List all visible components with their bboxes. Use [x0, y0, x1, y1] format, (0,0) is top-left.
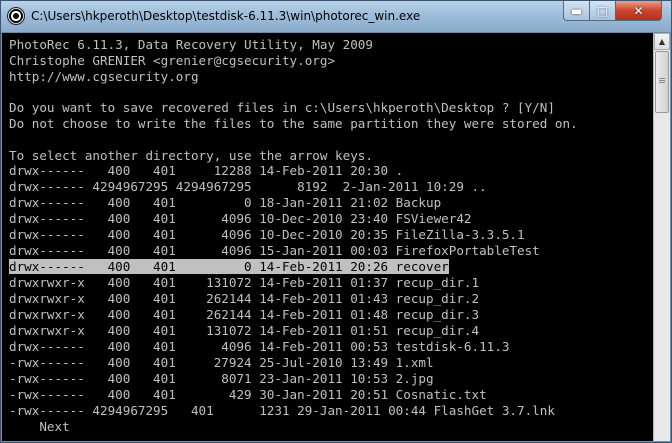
photorec-app-icon[interactable] — [8, 8, 24, 24]
directory-entry[interactable]: drwx------ 400 401 12288 14-Feb-2011 20:… — [9, 163, 403, 178]
directory-entry[interactable]: drwx------ 400 401 4096 14-Feb-2011 00:5… — [9, 339, 509, 354]
maximize-icon: □ — [596, 3, 609, 18]
scroll-up-arrow-icon[interactable]: ▲ — [654, 33, 670, 50]
scrollbar-grip-icon — [659, 78, 665, 79]
file-entry[interactable]: -rwx------ 4294967295 401 1231 29-Jan-20… — [9, 403, 555, 418]
directory-entry[interactable]: drwx------ 400 401 4096 10-Dec-2010 23:4… — [9, 211, 472, 226]
directory-entry[interactable]: drwxrwxr-x 400 401 131072 14-Feb-2011 01… — [9, 323, 479, 338]
console-window: C:\Users\hkperoth\Desktop\testdisk-6.11.… — [0, 0, 672, 443]
console-output[interactable]: PhotoRec 6.11.3, Data Recovery Utility, … — [2, 33, 653, 441]
scrollbar-thumb[interactable] — [655, 51, 669, 113]
vertical-scrollbar[interactable]: ▲ — [653, 33, 670, 441]
next-page-option[interactable]: Next — [9, 419, 69, 434]
directory-entry[interactable]: drwxrwxr-x 400 401 262144 14-Feb-2011 01… — [9, 291, 479, 306]
maximize-button[interactable]: □ — [589, 1, 616, 21]
file-entry[interactable]: -rwx------ 400 401 8071 23-Jan-2011 10:5… — [9, 371, 434, 386]
directory-entry[interactable]: drwx------ 400 401 4096 10-Dec-2010 20:3… — [9, 227, 525, 242]
directory-entry[interactable]: drwx------ 400 401 4096 15-Jan-2011 00:0… — [9, 243, 540, 258]
directory-entry[interactable]: drwx------ 4294967295 4294967295 8192 2-… — [9, 179, 487, 194]
directory-entry-selected[interactable]: drwx------ 400 401 0 14-Feb-2011 20:26 r… — [9, 259, 449, 274]
header-line-author: Christophe GRENIER <grenier@cgsecurity.o… — [9, 53, 336, 68]
window-title: C:\Users\hkperoth\Desktop\testdisk-6.11.… — [31, 9, 421, 23]
save-question: Do you want to save recovered files in c… — [9, 100, 555, 115]
minimize-button[interactable]: ▬ — [563, 1, 590, 21]
file-entry[interactable]: -rwx------ 400 401 429 30-Jan-2011 20:51… — [9, 387, 487, 402]
title-bar[interactable]: C:\Users\hkperoth\Desktop\testdisk-6.11.… — [0, 0, 672, 33]
directory-entry[interactable]: drwx------ 400 401 0 18-Jan-2011 21:02 B… — [9, 195, 441, 210]
file-entry[interactable]: -rwx------ 400 401 27924 25-Jul-2010 13:… — [9, 355, 434, 370]
directory-entry[interactable]: drwxrwxr-x 400 401 262144 14-Feb-2011 01… — [9, 307, 479, 322]
minimize-icon: ▬ — [570, 3, 583, 18]
close-icon: ✕ — [633, 3, 644, 18]
close-button[interactable]: ✕ — [615, 1, 662, 21]
directory-hint: To select another directory, use the arr… — [9, 148, 373, 163]
header-line-website: http://www.cgsecurity.org — [9, 69, 199, 84]
directory-entry[interactable]: drwxrwxr-x 400 401 131072 14-Feb-2011 01… — [9, 275, 479, 290]
header-line-program: PhotoRec 6.11.3, Data Recovery Utility, … — [9, 37, 373, 52]
partition-warning: Do not choose to write the files to the … — [9, 116, 578, 131]
